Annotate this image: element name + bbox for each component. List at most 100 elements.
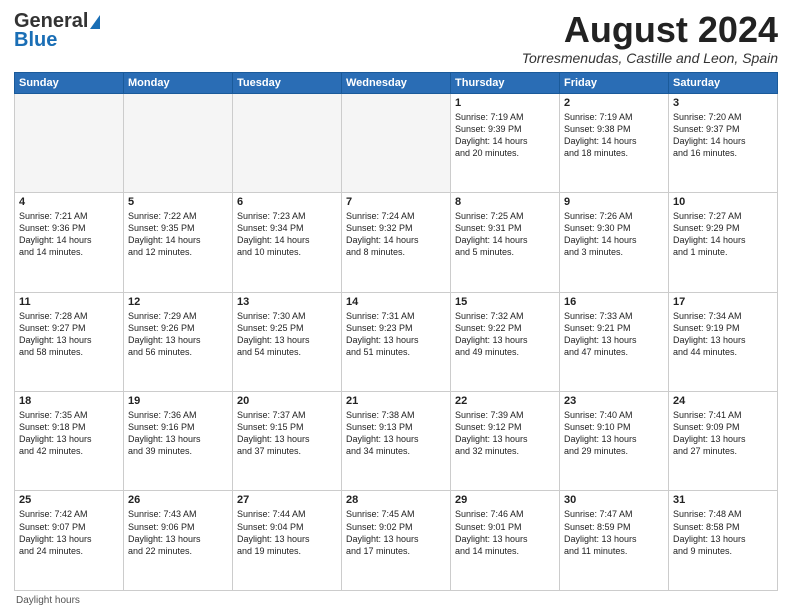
day-number: 8 bbox=[455, 196, 555, 208]
day-header-monday: Monday bbox=[124, 72, 233, 93]
day-info: Sunrise: 7:24 AM Sunset: 9:32 PM Dayligh… bbox=[346, 210, 446, 259]
calendar-week-row: 1 Sunrise: 7:19 AM Sunset: 9:39 PM Daylig… bbox=[15, 93, 778, 192]
day-info: Sunrise: 7:34 AM Sunset: 9:19 PM Dayligh… bbox=[673, 310, 773, 359]
day-number: 5 bbox=[128, 196, 228, 208]
calendar-cell: 28 Sunrise: 7:45 AM Sunset: 9:02 PM Dayli… bbox=[342, 491, 451, 591]
day-number: 27 bbox=[237, 494, 337, 506]
day-info: Sunrise: 7:33 AM Sunset: 9:21 PM Dayligh… bbox=[564, 310, 664, 359]
day-info: Sunrise: 7:47 AM Sunset: 8:59 PM Dayligh… bbox=[564, 508, 664, 557]
day-number: 9 bbox=[564, 196, 664, 208]
calendar-table: SundayMondayTuesdayWednesdayThursdayFrid… bbox=[14, 72, 778, 591]
calendar-cell: 29 Sunrise: 7:46 AM Sunset: 9:01 PM Dayli… bbox=[451, 491, 560, 591]
calendar-cell: 17 Sunrise: 7:34 AM Sunset: 9:19 PM Dayli… bbox=[669, 292, 778, 391]
day-number: 25 bbox=[19, 494, 119, 506]
calendar-cell: 12Sunrise: 7:29 AM Sunset: 9:26 PM Dayli… bbox=[124, 292, 233, 391]
day-info: Sunrise: 7:22 AM Sunset: 9:35 PM Dayligh… bbox=[128, 210, 228, 259]
day-number: 20 bbox=[237, 395, 337, 407]
day-info: Sunrise: 7:43 AM Sunset: 9:06 PM Dayligh… bbox=[128, 508, 228, 557]
day-number: 6 bbox=[237, 196, 337, 208]
calendar-cell: 22Sunrise: 7:39 AM Sunset: 9:12 PM Dayli… bbox=[451, 392, 560, 491]
calendar-cell bbox=[124, 93, 233, 192]
calendar-week-row: 25 Sunrise: 7:42 AM Sunset: 9:07 PM Dayli… bbox=[15, 491, 778, 591]
calendar-cell: 30 Sunrise: 7:47 AM Sunset: 8:59 PM Dayli… bbox=[560, 491, 669, 591]
day-info: Sunrise: 7:30 AM Sunset: 9:25 PM Dayligh… bbox=[237, 310, 337, 359]
day-info: Sunrise: 7:32 AM Sunset: 9:22 PM Dayligh… bbox=[455, 310, 555, 359]
calendar-cell: 8 Sunrise: 7:25 AM Sunset: 9:31 PM Daylig… bbox=[451, 193, 560, 292]
calendar-cell: 14Sunrise: 7:31 AM Sunset: 9:23 PM Dayli… bbox=[342, 292, 451, 391]
day-info: Sunrise: 7:38 AM Sunset: 9:13 PM Dayligh… bbox=[346, 409, 446, 458]
day-number: 2 bbox=[564, 97, 664, 109]
day-number: 1 bbox=[455, 97, 555, 109]
calendar-cell: 15 Sunrise: 7:32 AM Sunset: 9:22 PM Dayli… bbox=[451, 292, 560, 391]
day-info: Sunrise: 7:27 AM Sunset: 9:29 PM Dayligh… bbox=[673, 210, 773, 259]
day-info: Sunrise: 7:21 AM Sunset: 9:36 PM Dayligh… bbox=[19, 210, 119, 259]
calendar-cell: 9 Sunrise: 7:26 AM Sunset: 9:30 PM Daylig… bbox=[560, 193, 669, 292]
day-info: Sunrise: 7:44 AM Sunset: 9:04 PM Dayligh… bbox=[237, 508, 337, 557]
calendar-week-row: 4 Sunrise: 7:21 AM Sunset: 9:36 PM Daylig… bbox=[15, 193, 778, 292]
daylight-label: Daylight hours bbox=[16, 595, 80, 606]
day-number: 15 bbox=[455, 296, 555, 308]
logo-blue: Blue bbox=[14, 29, 57, 52]
footer: Daylight hours bbox=[14, 595, 778, 606]
day-number: 22 bbox=[455, 395, 555, 407]
day-info: Sunrise: 7:45 AM Sunset: 9:02 PM Dayligh… bbox=[346, 508, 446, 557]
day-info: Sunrise: 7:20 AM Sunset: 9:37 PM Dayligh… bbox=[673, 111, 773, 160]
day-header-thursday: Thursday bbox=[451, 72, 560, 93]
calendar-cell: 27 Sunrise: 7:44 AM Sunset: 9:04 PM Dayli… bbox=[233, 491, 342, 591]
day-info: Sunrise: 7:28 AM Sunset: 9:27 PM Dayligh… bbox=[19, 310, 119, 359]
day-info: Sunrise: 7:42 AM Sunset: 9:07 PM Dayligh… bbox=[19, 508, 119, 557]
calendar-cell bbox=[342, 93, 451, 192]
calendar-cell: 1 Sunrise: 7:19 AM Sunset: 9:39 PM Daylig… bbox=[451, 93, 560, 192]
logo-triangle-icon bbox=[90, 15, 100, 29]
day-number: 7 bbox=[346, 196, 446, 208]
title-block: August 2024 Torresmenudas, Castille and … bbox=[522, 10, 778, 66]
day-number: 24 bbox=[673, 395, 773, 407]
calendar-cell: 26 Sunrise: 7:43 AM Sunset: 9:06 PM Dayli… bbox=[124, 491, 233, 591]
day-info: Sunrise: 7:23 AM Sunset: 9:34 PM Dayligh… bbox=[237, 210, 337, 259]
day-number: 30 bbox=[564, 494, 664, 506]
day-info: Sunrise: 7:25 AM Sunset: 9:31 PM Dayligh… bbox=[455, 210, 555, 259]
day-info: Sunrise: 7:35 AM Sunset: 9:18 PM Dayligh… bbox=[19, 409, 119, 458]
calendar-cell bbox=[15, 93, 124, 192]
calendar-cell: 11Sunrise: 7:28 AM Sunset: 9:27 PM Dayli… bbox=[15, 292, 124, 391]
calendar-cell: 3 Sunrise: 7:20 AM Sunset: 9:37 PM Daylig… bbox=[669, 93, 778, 192]
day-number: 13 bbox=[237, 296, 337, 308]
calendar-cell: 16 Sunrise: 7:33 AM Sunset: 9:21 PM Dayli… bbox=[560, 292, 669, 391]
day-info: Sunrise: 7:41 AM Sunset: 9:09 PM Dayligh… bbox=[673, 409, 773, 458]
day-info: Sunrise: 7:31 AM Sunset: 9:23 PM Dayligh… bbox=[346, 310, 446, 359]
day-header-sunday: Sunday bbox=[15, 72, 124, 93]
calendar-cell: 18 Sunrise: 7:35 AM Sunset: 9:18 PM Dayli… bbox=[15, 392, 124, 491]
calendar-cell: 19Sunrise: 7:36 AM Sunset: 9:16 PM Dayli… bbox=[124, 392, 233, 491]
calendar-cell: 6 Sunrise: 7:23 AM Sunset: 9:34 PM Daylig… bbox=[233, 193, 342, 292]
page: General Blue August 2024 Torresmenudas, … bbox=[0, 0, 792, 612]
calendar-cell: 31 Sunrise: 7:48 AM Sunset: 8:58 PM Dayli… bbox=[669, 491, 778, 591]
day-info: Sunrise: 7:37 AM Sunset: 9:15 PM Dayligh… bbox=[237, 409, 337, 458]
day-number: 21 bbox=[346, 395, 446, 407]
calendar-header-row: SundayMondayTuesdayWednesdayThursdayFrid… bbox=[15, 72, 778, 93]
calendar-cell: 5 Sunrise: 7:22 AM Sunset: 9:35 PM Daylig… bbox=[124, 193, 233, 292]
calendar-week-row: 11Sunrise: 7:28 AM Sunset: 9:27 PM Dayli… bbox=[15, 292, 778, 391]
day-number: 18 bbox=[19, 395, 119, 407]
day-info: Sunrise: 7:19 AM Sunset: 9:38 PM Dayligh… bbox=[564, 111, 664, 160]
calendar-cell: 13 Sunrise: 7:30 AM Sunset: 9:25 PM Dayli… bbox=[233, 292, 342, 391]
day-number: 3 bbox=[673, 97, 773, 109]
calendar-cell: 21 Sunrise: 7:38 AM Sunset: 9:13 PM Dayli… bbox=[342, 392, 451, 491]
day-number: 29 bbox=[455, 494, 555, 506]
header: General Blue August 2024 Torresmenudas, … bbox=[14, 10, 778, 66]
day-number: 26 bbox=[128, 494, 228, 506]
calendar-week-row: 18 Sunrise: 7:35 AM Sunset: 9:18 PM Dayli… bbox=[15, 392, 778, 491]
calendar-cell: 24 Sunrise: 7:41 AM Sunset: 9:09 PM Dayli… bbox=[669, 392, 778, 491]
calendar-cell: 7 Sunrise: 7:24 AM Sunset: 9:32 PM Daylig… bbox=[342, 193, 451, 292]
day-number: 31 bbox=[673, 494, 773, 506]
calendar-cell: 2 Sunrise: 7:19 AM Sunset: 9:38 PM Daylig… bbox=[560, 93, 669, 192]
day-number: 28 bbox=[346, 494, 446, 506]
day-info: Sunrise: 7:26 AM Sunset: 9:30 PM Dayligh… bbox=[564, 210, 664, 259]
day-header-wednesday: Wednesday bbox=[342, 72, 451, 93]
day-info: Sunrise: 7:19 AM Sunset: 9:39 PM Dayligh… bbox=[455, 111, 555, 160]
day-info: Sunrise: 7:46 AM Sunset: 9:01 PM Dayligh… bbox=[455, 508, 555, 557]
day-number: 16 bbox=[564, 296, 664, 308]
day-number: 17 bbox=[673, 296, 773, 308]
calendar-cell: 10Sunrise: 7:27 AM Sunset: 9:29 PM Dayli… bbox=[669, 193, 778, 292]
day-info: Sunrise: 7:48 AM Sunset: 8:58 PM Dayligh… bbox=[673, 508, 773, 557]
day-number: 4 bbox=[19, 196, 119, 208]
